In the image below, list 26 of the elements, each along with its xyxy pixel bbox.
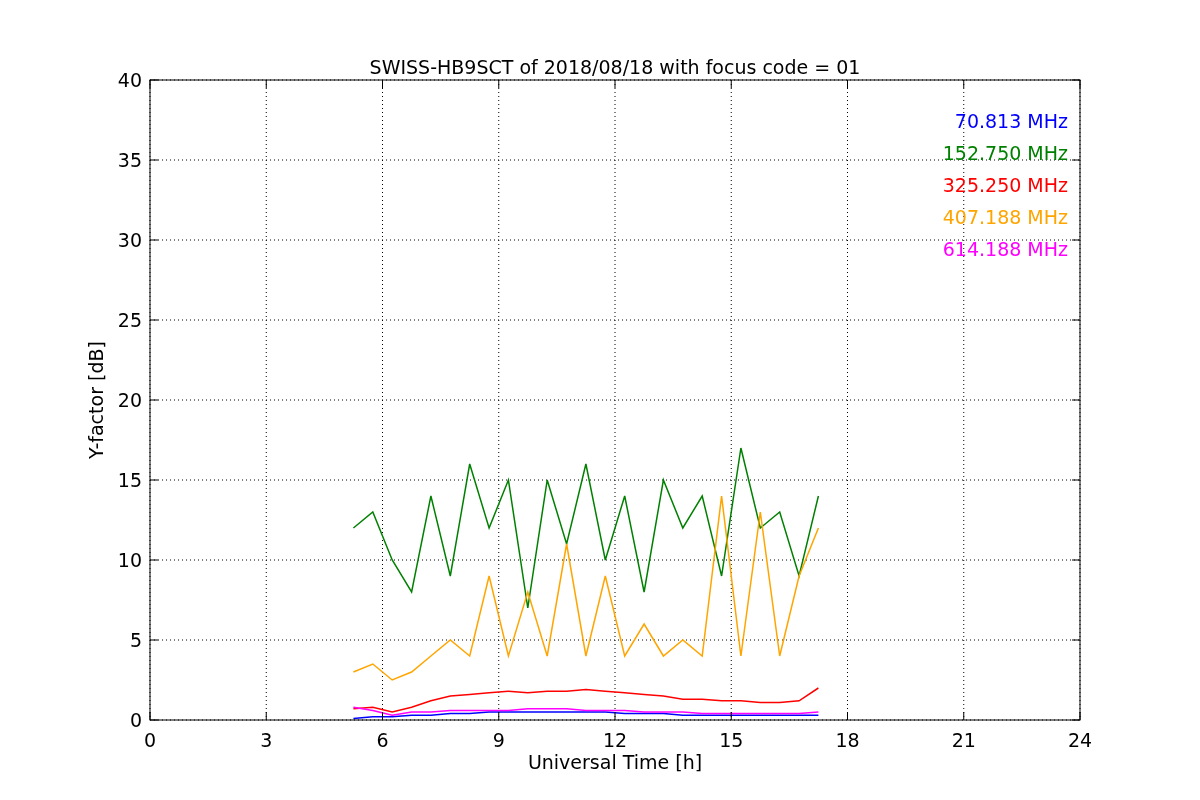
tick-label: 15 bbox=[117, 469, 142, 491]
legend-label: 614.188 MHz bbox=[942, 238, 1068, 260]
tick-label: 12 bbox=[602, 729, 628, 751]
tick-label: 30 bbox=[117, 229, 142, 251]
legend-label: 325.250 MHz bbox=[942, 174, 1068, 196]
tick-label: 6 bbox=[376, 729, 389, 751]
legend-label: 152.750 MHz bbox=[942, 142, 1068, 164]
tick-label: 10 bbox=[117, 549, 142, 571]
legend-label: 407.188 MHz bbox=[942, 206, 1068, 228]
tick-label: 5 bbox=[129, 629, 142, 651]
tick-label: 25 bbox=[117, 309, 142, 331]
tick-label: 0 bbox=[129, 709, 142, 731]
tick-label: 3 bbox=[260, 729, 273, 751]
chart-title: SWISS-HB9SCT of 2018/08/18 with focus code = 01 bbox=[369, 56, 861, 78]
tick-label: 21 bbox=[951, 729, 976, 751]
tick-label: 18 bbox=[835, 729, 860, 751]
y-axis-label: Y-factor [dB] bbox=[85, 341, 107, 459]
tick-label: 24 bbox=[1067, 729, 1093, 751]
tick-label: 20 bbox=[117, 389, 142, 411]
tick-label: 15 bbox=[719, 729, 744, 751]
tick-label: 40 bbox=[117, 69, 142, 91]
legend-label: 70.813 MHz bbox=[954, 110, 1068, 132]
tick-label: 0 bbox=[143, 729, 157, 751]
tick-label: 9 bbox=[492, 729, 505, 751]
tick-label: 35 bbox=[117, 149, 142, 171]
x-axis-label: Universal Time [h] bbox=[527, 751, 703, 773]
